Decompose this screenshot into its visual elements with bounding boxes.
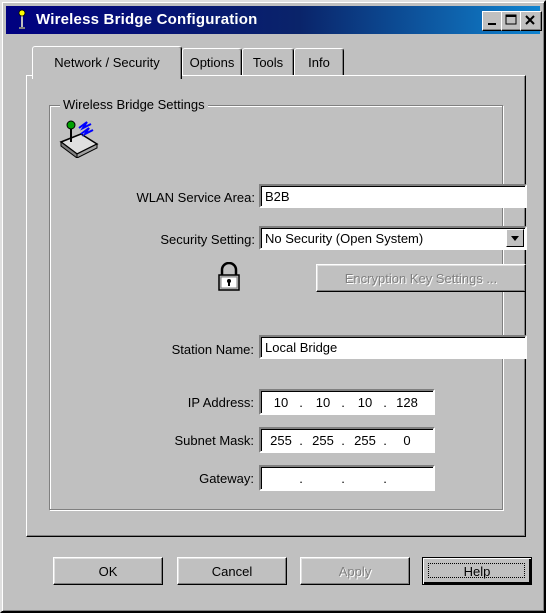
lock-icon xyxy=(218,262,240,291)
gateway-label: Gateway: xyxy=(199,471,254,486)
encryption-key-settings-button[interactable]: Encryption Key Settings ... xyxy=(316,264,526,292)
antenna-app-icon xyxy=(18,9,26,29)
station-name-label: Station Name: xyxy=(171,342,254,357)
maximize-icon xyxy=(505,14,517,25)
close-icon xyxy=(525,15,535,25)
security-label: Security Setting: xyxy=(160,232,255,247)
tab-network-security[interactable]: Network / Security xyxy=(32,46,182,79)
tab-tools[interactable]: Tools xyxy=(242,48,294,77)
minimize-icon xyxy=(488,23,496,25)
ip-address-label: IP Address: xyxy=(187,395,254,410)
help-button[interactable]: Help xyxy=(422,557,532,585)
cancel-button[interactable]: Cancel xyxy=(177,557,287,585)
wireless-bridge-settings-group: Wireless Bridge Settings WLAN Service Ar… xyxy=(49,97,527,510)
subnet-mask-label: Subnet Mask: xyxy=(174,433,255,448)
dropdown-button[interactable] xyxy=(506,229,524,247)
tab-options[interactable]: Options xyxy=(182,48,242,77)
ip-address-input[interactable]: 10. 10. 10. 128 xyxy=(259,389,435,415)
ok-button[interactable]: OK xyxy=(53,557,163,585)
wlan-label: WLAN Service Area: xyxy=(136,190,256,205)
close-button[interactable] xyxy=(520,11,542,31)
group-label: Wireless Bridge Settings xyxy=(60,97,208,112)
bridge-config-window: Wireless Bridge Configuration Network / … xyxy=(0,0,546,613)
dropdown-arrow-icon xyxy=(511,236,519,241)
bridge-antenna-icon xyxy=(59,120,99,158)
gateway-input[interactable]: . . . xyxy=(259,465,435,491)
wlan-service-area-input[interactable]: B2B xyxy=(259,184,527,208)
station-name-input[interactable]: Local Bridge xyxy=(259,335,527,359)
tab-info[interactable]: Info xyxy=(294,48,344,77)
security-setting-select[interactable]: No Security (Open System) xyxy=(259,226,527,250)
tab-panel: Wireless Bridge Settings WLAN Service Ar… xyxy=(26,75,527,537)
window-title: Wireless Bridge Configuration xyxy=(36,11,258,28)
apply-button[interactable]: Apply xyxy=(300,557,410,585)
subnet-mask-input[interactable]: 255. 255. 255. 0 xyxy=(259,427,435,453)
title-bar[interactable]: Wireless Bridge Configuration xyxy=(6,6,542,34)
